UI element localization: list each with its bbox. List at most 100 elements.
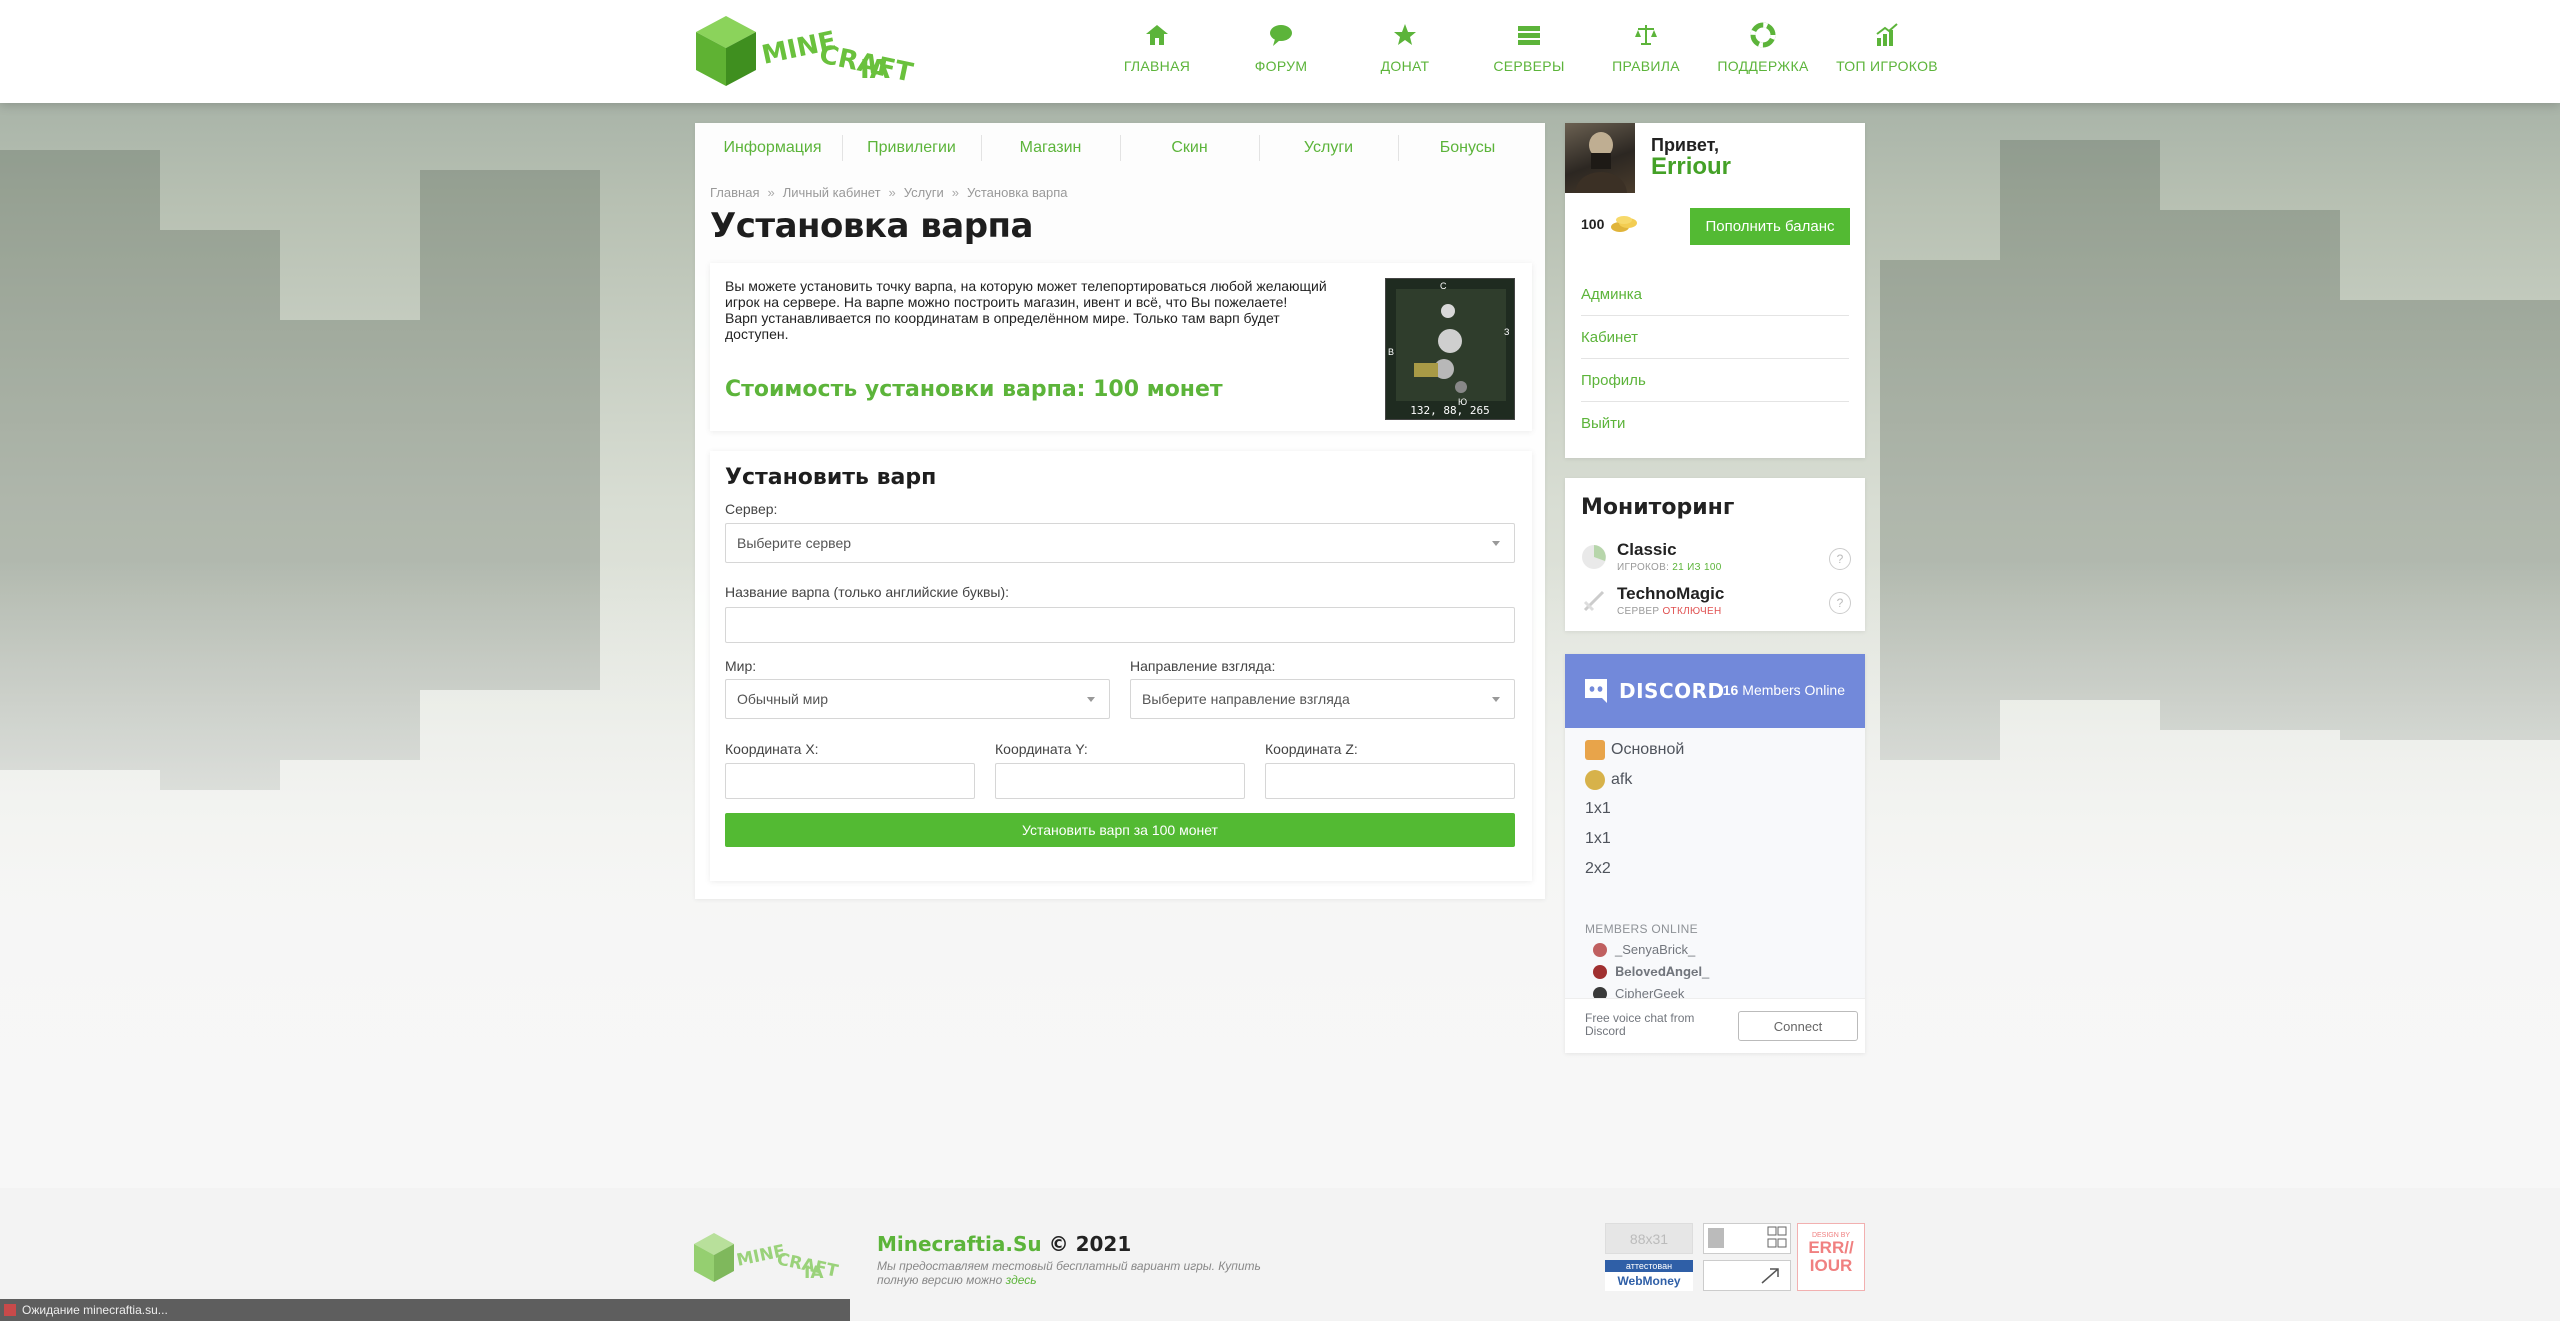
footer-note-link[interactable]: здесь [1006,1273,1037,1287]
world-select[interactable]: Обычный мир [725,679,1110,719]
monitoring-title: Мониторинг [1581,495,1735,520]
topup-balance-button[interactable]: Пополнить баланс [1690,208,1850,245]
discord-widget: DISCORD 16 Members Online Основной afk 1x… [1565,654,1865,1053]
footer-note-text: Мы предоставляем тестовый бесплатный вар… [877,1259,1261,1287]
minimap-coords: 132, 88, 265 [1410,404,1490,417]
nav-item-2[interactable]: ДОНАТ [1343,22,1467,74]
tab-shop[interactable]: Магазин [981,135,1120,161]
tab-skin[interactable]: Скин [1120,135,1259,161]
server-info-icon[interactable]: ? [1829,548,1851,570]
arrow-icon [1761,1268,1779,1284]
direction-select[interactable]: Выберите направление взгляда [1130,679,1515,719]
coord-y-input[interactable] [995,763,1245,799]
status-text: Ожидание minecraftia.su... [22,1303,168,1317]
tab-services[interactable]: Услуги [1259,135,1398,161]
qr-icon [1708,1226,1787,1248]
footer-note: Мы предоставляем тестовый бесплатный вар… [877,1259,1267,1287]
breadcrumb-cabinet[interactable]: Личный кабинет [783,185,881,200]
link-badge[interactable] [1703,1260,1791,1291]
server-status-prefix: СЕРВЕР [1617,606,1660,617]
channel-item[interactable]: 1x1 [1585,830,1611,848]
footer-logo[interactable]: MINE CRAFT IA [692,1230,852,1285]
warp-name-label: Название варпа (только английские буквы)… [725,584,1010,600]
member-item[interactable]: _SenyaBrick_ [1593,942,1695,957]
nav-item-5[interactable]: ПОДДЕРЖКА [1701,22,1825,74]
discord-connect-button[interactable]: Connect [1738,1011,1858,1041]
nav-item-4[interactable]: ПРАВИЛА [1591,22,1701,74]
channel-item[interactable]: Основной [1585,740,1684,760]
channel-item[interactable]: 2x2 [1585,860,1611,878]
footer-copyright: © 2021 [1048,1232,1132,1256]
footer-site-link[interactable]: Minecraftia.Su [877,1232,1042,1256]
coins-icon [1611,216,1638,232]
loading-icon [4,1304,16,1316]
nav-item-1[interactable]: ФОРУМ [1219,22,1343,74]
menu-item-logout[interactable]: Выйти [1581,402,1849,445]
nav-item-0[interactable]: ГЛАВНАЯ [1095,22,1219,74]
direction-label: Направление взгляда: [1130,658,1276,674]
browser-status-bar: Ожидание minecraftia.su... [0,1299,850,1321]
svg-text:В: В [1388,347,1394,357]
server-status-value: ОТКЛЮЧЕН [1662,606,1722,617]
member-item[interactable]: 𝐁𝐞𝐥𝐨𝐯𝐞𝐝𝐀𝐧𝐠𝐞𝐥_ [1593,964,1709,980]
balance: 100 [1581,215,1638,233]
coord-y-label: Координата Y: [995,741,1088,757]
channel-label: 2x2 [1585,860,1611,877]
tab-info[interactable]: Информация [703,139,842,157]
breadcrumb-separator: » [888,185,896,200]
webmoney-badge[interactable]: аттестован WebMoney [1605,1260,1693,1291]
svg-text:IA: IA [860,55,890,85]
discord-logo[interactable]: DISCORD [1581,676,1725,706]
menu-item-cabinet[interactable]: Кабинет [1581,316,1849,359]
webmoney-badge-label: WebMoney [1617,1274,1681,1288]
cabinet-tabs: Информация Привилегии Магазин Скин Услуг… [695,123,1545,173]
set-warp-button[interactable]: Установить варп за 100 монет [725,813,1515,847]
avatar[interactable] [1565,123,1635,193]
star-icon [1394,24,1416,45]
warp-name-input[interactable] [725,607,1515,643]
design-by-badge[interactable]: DESIGN BY ERR// IOUR [1797,1223,1865,1291]
member-avatar [1593,965,1607,979]
form-title: Установить варп [725,465,937,490]
nav-item-3[interactable]: СЕРВЕРЫ [1467,22,1591,74]
coord-z-input[interactable] [1265,763,1515,799]
tab-privileges[interactable]: Привилегии [842,135,981,161]
channel-item[interactable]: 1x1 [1585,800,1611,818]
username: Erriour [1651,153,1732,180]
scales-icon [1635,25,1657,45]
coord-x-input[interactable] [725,763,975,799]
nav-item-6[interactable]: ТОП ИГРОКОВ [1825,22,1949,74]
member-name: 𝐁𝐞𝐥𝐨𝐯𝐞𝐝𝐀𝐧𝐠𝐞𝐥_ [1615,964,1710,979]
channel-label: 1x1 [1585,830,1611,847]
menu-item-admin[interactable]: Админка [1581,273,1849,316]
channel-label: Основной [1611,741,1685,758]
svg-text:З: З [1504,327,1509,337]
warp-info-line-1: Вы можете установить точку варпа, на кот… [725,278,1327,310]
home-icon [1146,25,1168,45]
site-logo[interactable]: MINE CRAFT IA [692,12,932,92]
minimap-icon: С З В Ю [1386,279,1514,419]
discord-online-label: Members Online [1742,682,1845,698]
discord-footer-text: Free voice chat from Discord [1585,1011,1695,1038]
server-classic: Classic ИГРОКОВ: 21 ИЗ 100 ? [1581,538,1851,576]
minimap-image: С З В Ю 132, 88, 265 [1385,278,1515,420]
server-select[interactable]: Выберите сервер [725,523,1515,563]
server-status-value: 21 ИЗ 100 [1672,562,1722,573]
member-name: _SenyaBrick_ [1615,942,1696,957]
breadcrumb-services[interactable]: Услуги [904,185,944,200]
footer-brand: Minecraftia.Su © 2021 [877,1232,1131,1256]
member-avatar [1593,942,1607,957]
breadcrumb-home[interactable]: Главная [710,185,759,200]
menu-item-profile[interactable]: Профиль [1581,359,1849,402]
qr-badge[interactable] [1703,1223,1791,1254]
channel-item[interactable]: afk [1585,770,1632,790]
warp-form: Установить варп Сервер: Выберите сервер … [710,451,1532,881]
server-info-icon[interactable]: ? [1829,592,1851,614]
tab-bonuses[interactable]: Бонусы [1398,135,1537,161]
avatar-icon [1575,132,1627,193]
main-nav: ГЛАВНАЯ ФОРУМ ДОНАТ СЕРВЕРЫ ПРАВИЛА ПОДДЕРЖКА… [1095,22,1949,74]
server-status: СЕРВЕР ОТКЛЮЧЕН [1617,606,1721,617]
nav-label: ФОРУМ [1254,58,1308,74]
main-panel: Информация Привилегии Магазин Скин Услуг… [695,123,1545,899]
counter-badge[interactable]: 88x31 [1605,1223,1693,1254]
